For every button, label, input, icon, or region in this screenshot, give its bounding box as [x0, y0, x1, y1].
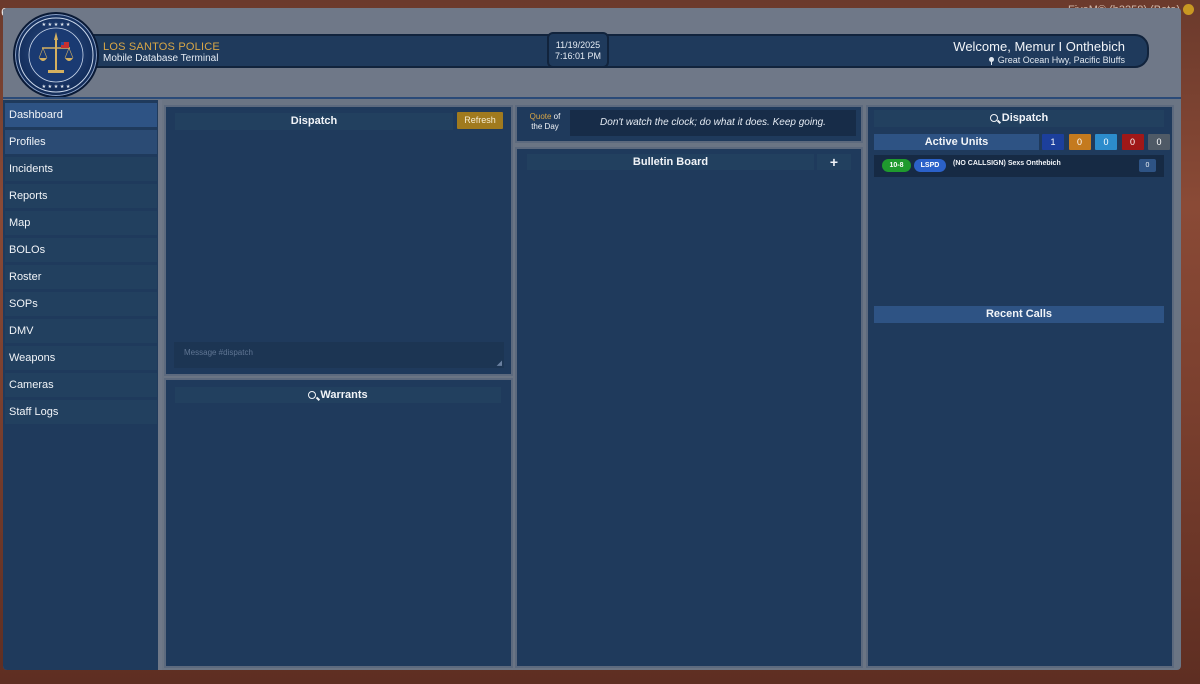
location: Great Ocean Hwy, Pacific Bluffs	[988, 55, 1125, 65]
warrants-title-label: Warrants	[320, 389, 368, 401]
header: LOS SANTOS POLICE Mobile Database Termin…	[3, 8, 1181, 99]
sidebar-item-dmv[interactable]: DMV	[5, 319, 157, 343]
add-bulletin-button[interactable]: +	[817, 154, 851, 170]
svg-text:★ ★ ★ ★ ★: ★ ★ ★ ★ ★	[42, 84, 71, 90]
dispatch-units-title-label: Dispatch	[1001, 112, 1049, 124]
sidebar-item-map[interactable]: Map	[5, 211, 157, 235]
quote-label: Quote of the Day	[525, 112, 565, 132]
quote-text: Don't watch the clock; do what it does. …	[570, 110, 856, 136]
dispatch-message-input[interactable]: Message #dispatch ◢	[174, 342, 504, 368]
sidebar-item-roster[interactable]: Roster	[5, 265, 157, 289]
clock: 11/19/2025 7:16:01 PM	[547, 32, 609, 68]
sidebar-item-dashboard[interactable]: Dashboard	[5, 103, 157, 127]
active-units-bar: Active Units 10000	[874, 134, 1170, 150]
department-badge-icon: ★ ★ ★ ★ ★ ★ ★ ★ ★ ★	[13, 12, 99, 98]
clock-time: 7:16:01 PM	[554, 51, 602, 61]
quote-label-day: the Day	[531, 122, 559, 131]
dispatch-chat-title: Dispatch	[175, 113, 453, 130]
sidebar: Dashboard Profiles Incidents Reports Map BOLO…	[3, 100, 158, 670]
dispatch-units-panel: Dispatch Active Units 10000 10-8 LSPD (NO …	[866, 105, 1174, 668]
sidebar-item-staff-logs[interactable]: Staff Logs	[5, 400, 157, 424]
location-text: Great Ocean Hwy, Pacific Bluffs	[997, 55, 1125, 65]
dispatch-chat-panel: Dispatch Refresh Message #dispatch ◢	[164, 105, 513, 376]
svg-text:★ ★ ★ ★ ★: ★ ★ ★ ★ ★	[42, 22, 71, 28]
dispatch-units-title: Dispatch	[874, 110, 1164, 127]
unit-status-badge[interactable]: 10-8	[882, 159, 911, 172]
welcome-text: Welcome, Memur I Onthebich	[953, 39, 1125, 54]
unit-counter: 0	[1068, 134, 1091, 150]
dispatch-message-placeholder: Message #dispatch	[184, 348, 253, 357]
unit-counter: 0	[1095, 134, 1117, 150]
unit-department-badge: LSPD	[914, 159, 946, 172]
search-icon	[308, 391, 317, 399]
location-pin-icon	[988, 57, 994, 65]
sidebar-item-weapons[interactable]: Weapons	[5, 346, 157, 370]
org-subtitle: Mobile Database Terminal	[103, 53, 219, 64]
sidebar-item-reports[interactable]: Reports	[5, 184, 157, 208]
unit-counter: 1	[1042, 134, 1064, 150]
quote-panel: Quote of the Day Don't watch the clock; d…	[515, 105, 863, 143]
sidebar-item-sops[interactable]: SOPs	[5, 292, 157, 316]
bulletin-title: Bulletin Board	[527, 154, 814, 170]
sidebar-divider	[158, 100, 162, 670]
sidebar-item-profiles[interactable]: Profiles	[5, 130, 157, 154]
unit-name: (NO CALLSIGN) Sexs Onthebich	[953, 160, 1061, 167]
warrants-panel: Warrants	[164, 378, 513, 668]
warrants-title: Warrants	[175, 387, 501, 403]
clock-date: 11/19/2025	[555, 40, 601, 50]
bulletin-panel: Bulletin Board +	[515, 147, 863, 668]
quote-label-of: of	[553, 112, 561, 121]
unit-counter: 0	[1121, 134, 1144, 150]
title-bar: LOS SANTOS POLICE Mobile Database Termin…	[91, 34, 1149, 68]
refresh-button[interactable]: Refresh	[457, 112, 503, 129]
quote-label-quote: Quote	[529, 112, 552, 121]
resize-handle-icon[interactable]: ◢	[497, 359, 502, 367]
org-name: LOS SANTOS POLICE	[103, 41, 220, 53]
fivem-logo-icon	[1183, 4, 1194, 15]
recent-calls-title: Recent Calls	[874, 306, 1164, 323]
unit-count-badge: 0	[1139, 159, 1156, 172]
sidebar-item-cameras[interactable]: Cameras	[5, 373, 157, 397]
sidebar-item-bolos[interactable]: BOLOs	[5, 238, 157, 262]
unit-counter: 0	[1148, 134, 1170, 150]
active-units-label: Active Units	[874, 134, 1039, 150]
sidebar-item-incidents[interactable]: Incidents	[5, 157, 157, 181]
search-icon	[989, 114, 998, 122]
unit-row[interactable]: 10-8 LSPD (NO CALLSIGN) Sexs Onthebich 0	[874, 155, 1164, 177]
mdt-window: LOS SANTOS POLICE Mobile Database Termin…	[3, 8, 1181, 670]
header-divider	[3, 97, 1181, 99]
